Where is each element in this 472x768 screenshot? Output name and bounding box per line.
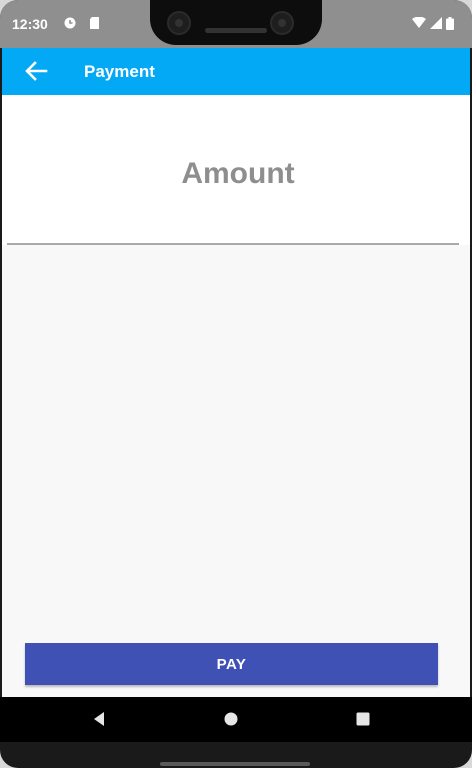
sync-icon — [64, 17, 76, 29]
payment-content: PAY — [2, 95, 472, 697]
phone-frame: 12:30 Payment Amount PAY — [0, 0, 472, 768]
status-time: 12:30 — [12, 16, 48, 32]
arrow-back-icon[interactable] — [24, 60, 48, 82]
wifi-icon — [412, 17, 426, 28]
amount-input[interactable] — [2, 143, 472, 205]
app-bar: Payment — [2, 48, 470, 95]
bottom-bezel-bar — [160, 762, 310, 766]
status-bar: 12:30 — [0, 0, 472, 48]
system-nav-bar — [0, 697, 472, 742]
pay-button[interactable]: PAY — [25, 643, 438, 685]
status-icons-right — [412, 15, 454, 31]
cell-signal-icon — [430, 17, 442, 29]
back-nav-icon[interactable] — [88, 709, 110, 729]
amount-field-container — [2, 95, 472, 245]
amount-underline — [7, 243, 459, 245]
recents-nav-icon[interactable] — [352, 709, 374, 729]
camera-notch — [150, 0, 322, 45]
front-camera-icon — [167, 11, 191, 35]
page-title: Payment — [84, 62, 155, 81]
battery-icon — [446, 16, 454, 30]
earpiece-speaker — [205, 28, 267, 33]
front-sensor-icon — [270, 11, 294, 35]
home-nav-icon[interactable] — [220, 709, 242, 729]
sim-card-icon — [90, 17, 99, 29]
